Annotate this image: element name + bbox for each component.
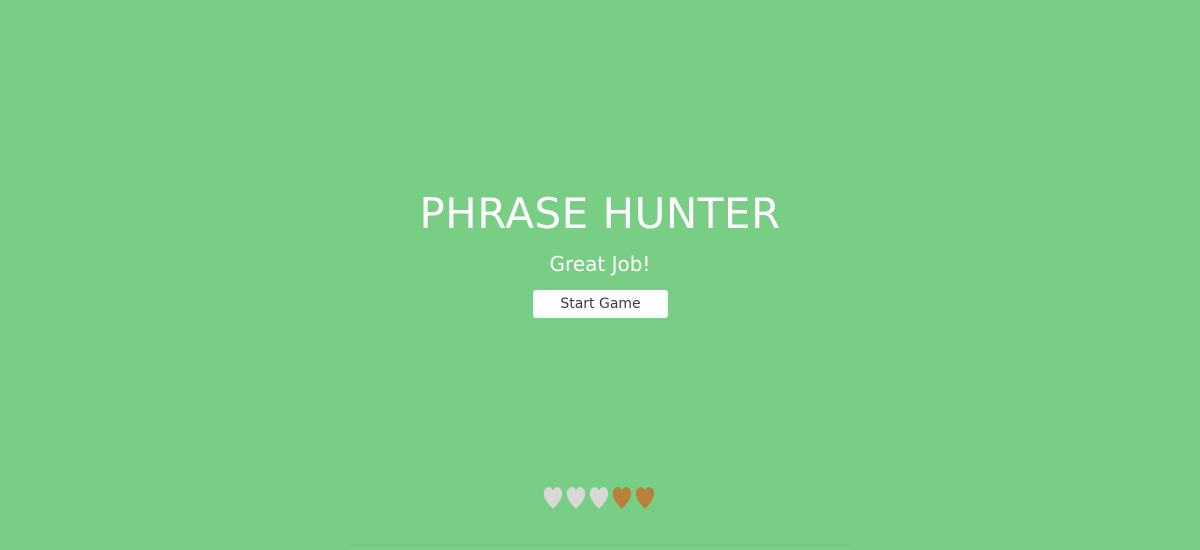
game-over-message: Great Job! [549,252,651,276]
lost-heart-icon [543,487,563,509]
live-heart-icon [612,487,632,509]
game-title: PHRASE HUNTER [419,189,781,238]
lost-heart-icon [589,487,609,509]
start-overlay: PHRASE HUNTER Great Job! Start Game [0,0,1200,550]
divider [350,544,850,546]
live-heart-icon [635,487,655,509]
scoreboard-hearts [542,485,656,513]
lost-heart-icon [566,487,586,509]
start-game-button[interactable]: Start Game [533,290,668,318]
